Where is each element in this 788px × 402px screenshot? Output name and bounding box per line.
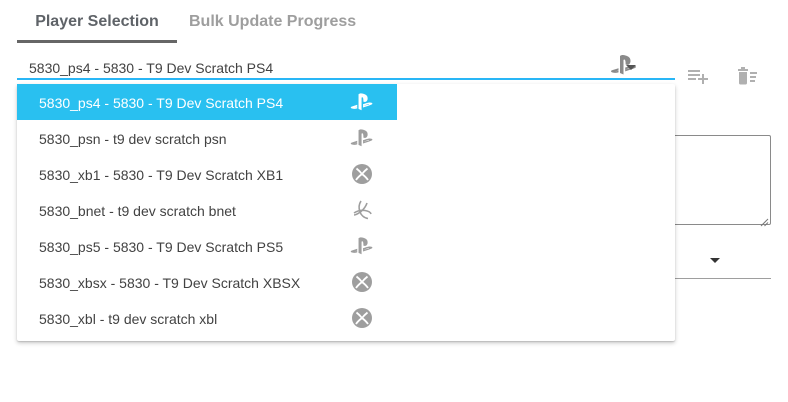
dropdown-option[interactable]: 5830_psn - t9 dev scratch psn <box>17 120 397 156</box>
option-label: 5830_psn - t9 dev scratch psn <box>39 131 227 147</box>
dropdown-option[interactable]: 5830_ps4 - 5830 - T9 Dev Scratch PS4 <box>17 84 397 120</box>
playstation-icon <box>349 235 375 257</box>
xbox-icon <box>349 271 375 293</box>
playstation-icon <box>349 127 375 149</box>
dropdown-option[interactable]: 5830_xbsx - 5830 - T9 Dev Scratch XBSX <box>17 264 397 300</box>
option-label: 5830_xb1 - 5830 - T9 Dev Scratch XB1 <box>39 167 284 183</box>
player-select-value: 5830_ps4 - 5830 - T9 Dev Scratch PS4 <box>29 60 274 76</box>
player-dropdown-menu: 5830_ps4 - 5830 - T9 Dev Scratch PS4 583… <box>17 84 675 341</box>
player-select[interactable]: 5830_ps4 - 5830 - T9 Dev Scratch PS4 <box>17 52 675 80</box>
dropdown-option[interactable]: 5830_bnet - t9 dev scratch bnet <box>17 192 397 228</box>
option-label: 5830_ps5 - 5830 - T9 Dev Scratch PS5 <box>39 239 284 255</box>
secondary-select[interactable] <box>674 240 771 279</box>
option-label: 5830_bnet - t9 dev scratch bnet <box>39 203 236 219</box>
playstation-icon <box>349 91 375 113</box>
text-area[interactable] <box>674 135 771 227</box>
option-label: 5830_ps4 - 5830 - T9 Dev Scratch PS4 <box>39 95 284 111</box>
dropdown-option[interactable]: 5830_xb1 - 5830 - T9 Dev Scratch XB1 <box>17 156 397 192</box>
xbox-icon <box>349 163 375 185</box>
resize-handle-icon[interactable] <box>760 214 769 227</box>
option-label: 5830_xbsx - 5830 - T9 Dev Scratch XBSX <box>39 275 301 291</box>
dropdown-option[interactable]: 5830_xbl - t9 dev scratch xbl <box>17 300 397 336</box>
battlenet-icon <box>349 199 375 221</box>
tab-bar: Player Selection Bulk Update Progress <box>17 0 374 43</box>
xbox-icon <box>349 307 375 329</box>
chevron-down-icon <box>710 258 720 263</box>
option-label: 5830_xbl - t9 dev scratch xbl <box>39 311 218 327</box>
tab-player-selection[interactable]: Player Selection <box>17 0 177 43</box>
delete-sweep-icon[interactable] <box>735 64 761 88</box>
chevron-down-icon <box>626 65 636 70</box>
tab-bulk-update-progress[interactable]: Bulk Update Progress <box>177 0 374 43</box>
dropdown-option[interactable]: 5830_ps5 - 5830 - T9 Dev Scratch PS5 <box>17 228 397 264</box>
playlist-add-icon[interactable] <box>686 64 712 88</box>
